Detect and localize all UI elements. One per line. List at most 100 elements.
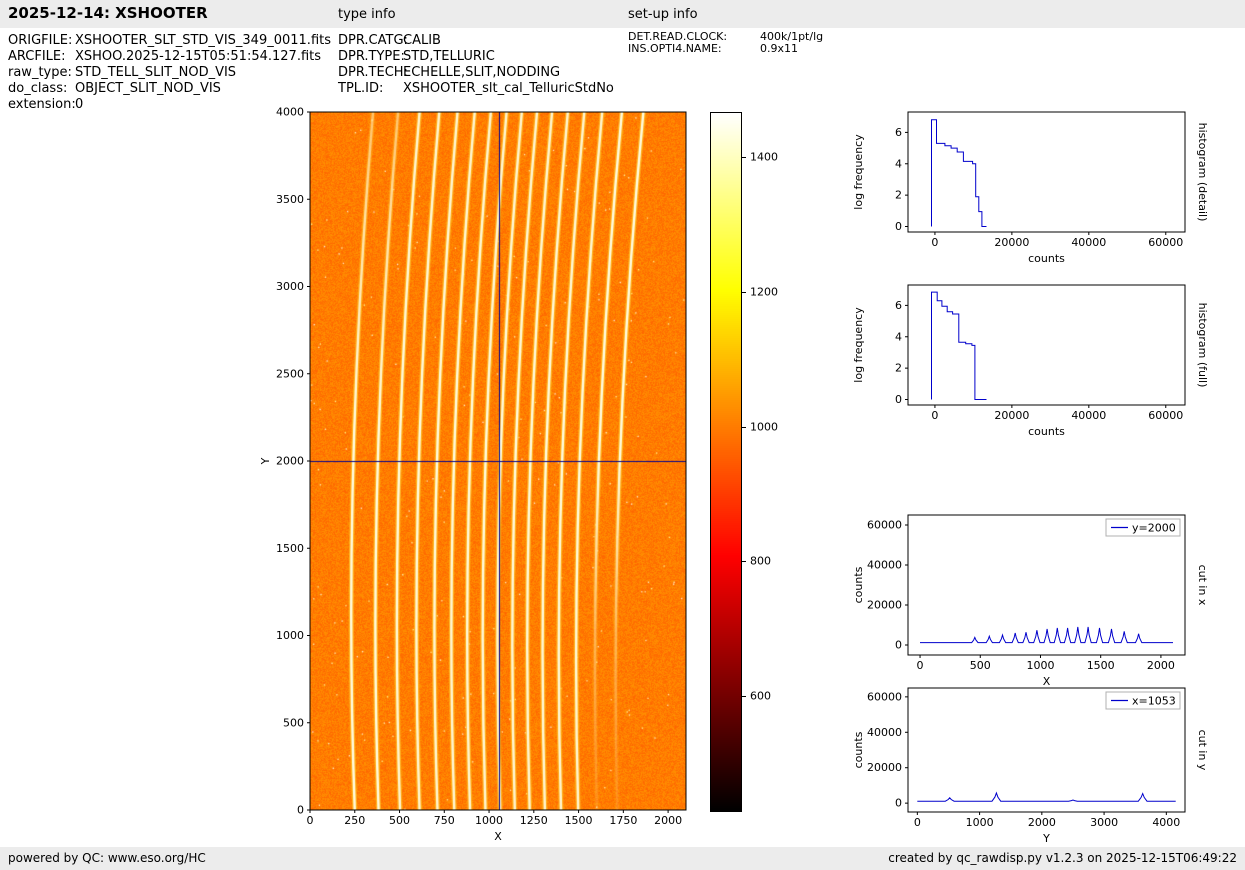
colorbar-tick	[742, 696, 746, 697]
meta-key: raw_type:	[8, 65, 75, 81]
meta-value: STD,TELLURIC	[403, 49, 495, 64]
svg-text:4000: 4000	[276, 106, 304, 119]
page-title: 2025-12-14: XSHOOTER	[8, 4, 208, 22]
colorbar-gradient	[710, 112, 742, 812]
meta-key: DPR.CATG:	[338, 33, 403, 49]
svg-text:y=2000: y=2000	[1132, 522, 1176, 535]
svg-text:1000: 1000	[475, 814, 503, 827]
colorbar-tick	[742, 292, 746, 293]
svg-text:3000: 3000	[1090, 816, 1118, 829]
svg-text:60000: 60000	[1148, 236, 1183, 249]
histogram-detail-plot: 02000040000600000246countslog frequencyh…	[853, 104, 1238, 272]
svg-text:40000: 40000	[867, 726, 902, 739]
meta-key: extension:	[8, 97, 75, 113]
svg-text:0: 0	[931, 409, 938, 422]
svg-text:histogram (full): histogram (full)	[1196, 303, 1209, 388]
type-info-row: DPR.CATG:CALIB	[338, 33, 614, 49]
svg-text:6: 6	[895, 126, 902, 139]
qc-report-page: 2025-12-14: XSHOOTER type info set-up in…	[0, 0, 1245, 870]
svg-text:4: 4	[895, 157, 902, 170]
cut_x-axes: 05001000150020000200004000060000Xcountsc…	[853, 507, 1238, 697]
svg-text:cut in y: cut in y	[1196, 730, 1209, 771]
svg-text:500: 500	[389, 814, 410, 827]
meta-key: DPR.TYPE:	[338, 49, 403, 65]
meta-value: OBJECT_SLIT_NOD_VIS	[75, 81, 221, 96]
type-info-row: TPL.ID:XSHOOTER_slt_cal_TelluricStdNo	[338, 81, 614, 97]
svg-text:20000: 20000	[867, 761, 902, 774]
svg-text:counts: counts	[853, 731, 865, 768]
svg-text:x=1053: x=1053	[1132, 695, 1176, 708]
colorbar-tick-label: 1000	[750, 420, 778, 433]
meta-key: ARCFILE:	[8, 49, 75, 65]
svg-text:0: 0	[917, 659, 924, 672]
raw-frame-heatmap	[310, 112, 686, 810]
hist_full-axes: 02000040000600000246countslog frequencyh…	[853, 277, 1238, 445]
meta-value: XSHOOTER_slt_cal_TelluricStdNo	[403, 81, 614, 96]
footer-qc-link[interactable]: powered by QC: www.eso.org/HC	[8, 847, 206, 870]
colorbar-tick-label: 1200	[750, 285, 778, 298]
svg-text:500: 500	[970, 659, 991, 672]
colorbar-tick-label: 1400	[750, 150, 778, 163]
cut_y-axes: 010002000300040000200004000060000Ycounts…	[853, 680, 1238, 846]
svg-text:40000: 40000	[1071, 409, 1106, 422]
hist_detail-axes: 02000040000600000246countslog frequencyh…	[853, 104, 1238, 272]
svg-text:cut in x: cut in x	[1196, 565, 1209, 606]
svg-text:3000: 3000	[276, 280, 304, 293]
svg-text:Y: Y	[1042, 832, 1050, 845]
svg-text:2000: 2000	[1028, 816, 1056, 829]
svg-text:2500: 2500	[276, 367, 304, 380]
setup-info-row: INS.OPTI4.NAME:0.9x11	[628, 43, 823, 55]
type-info-row: DPR.TECH:ECHELLE,SLIT,NODDING	[338, 65, 614, 81]
file-info-row: raw_type:STD_TELL_SLIT_NOD_VIS	[8, 65, 331, 81]
file-info-row: ARCFILE:XSHOO.2025-12-15T05:51:54.127.fi…	[8, 49, 331, 65]
svg-text:Y: Y	[259, 457, 272, 465]
meta-key: do_class:	[8, 81, 75, 97]
colorbar-tick-label: 600	[750, 690, 771, 703]
svg-text:2: 2	[895, 189, 902, 202]
svg-text:counts: counts	[1028, 252, 1065, 265]
svg-text:1000: 1000	[966, 816, 994, 829]
meta-value: 0	[75, 97, 83, 112]
svg-text:0: 0	[895, 220, 902, 233]
meta-key: ORIGFILE:	[8, 33, 75, 49]
svg-text:40000: 40000	[867, 559, 902, 572]
meta-key: DPR.TECH:	[338, 65, 403, 81]
svg-text:2000: 2000	[654, 814, 682, 827]
colorbar-tick	[742, 427, 746, 428]
svg-text:60000: 60000	[1148, 409, 1183, 422]
svg-text:20000: 20000	[994, 409, 1029, 422]
svg-text:6: 6	[895, 299, 902, 312]
svg-text:20000: 20000	[867, 599, 902, 612]
svg-text:counts: counts	[1028, 425, 1065, 438]
meta-key: INS.OPTI4.NAME:	[628, 43, 760, 55]
svg-text:counts: counts	[853, 566, 865, 603]
file-info-row: ORIGFILE:XSHOOTER_SLT_STD_VIS_349_0011.f…	[8, 33, 331, 49]
meta-value: XSHOOTER_SLT_STD_VIS_349_0011.fits	[75, 33, 331, 48]
svg-text:1000: 1000	[1026, 659, 1054, 672]
svg-text:1500: 1500	[1087, 659, 1115, 672]
meta-value: 0.9x11	[760, 42, 798, 55]
footer-created-by: created by qc_rawdisp.py v1.2.3 on 2025-…	[888, 847, 1237, 870]
meta-key: TPL.ID:	[338, 81, 403, 97]
type-info-row: DPR.TYPE:STD,TELLURIC	[338, 49, 614, 65]
svg-text:250: 250	[344, 814, 365, 827]
colorbar-tick-label: 800	[750, 555, 771, 568]
svg-text:0: 0	[297, 804, 304, 817]
svg-text:1250: 1250	[520, 814, 548, 827]
file-info-block: ORIGFILE:XSHOOTER_SLT_STD_VIS_349_0011.f…	[8, 33, 331, 113]
footer-bar: powered by QC: www.eso.org/HC created by…	[0, 847, 1245, 870]
svg-text:2000: 2000	[276, 455, 304, 468]
meta-value: STD_TELL_SLIT_NOD_VIS	[75, 65, 236, 80]
file-info-row: do_class:OBJECT_SLIT_NOD_VIS	[8, 81, 331, 97]
svg-text:1750: 1750	[609, 814, 637, 827]
meta-value: ECHELLE,SLIT,NODDING	[403, 65, 560, 80]
cut-in-x-plot: 05001000150020000200004000060000Xcountsc…	[853, 507, 1238, 697]
svg-text:X: X	[494, 830, 502, 843]
histogram-full-plot: 02000040000600000246countslog frequencyh…	[853, 277, 1238, 445]
svg-text:4000: 4000	[1152, 816, 1180, 829]
svg-text:2: 2	[895, 362, 902, 375]
svg-text:20000: 20000	[994, 236, 1029, 249]
svg-text:1500: 1500	[565, 814, 593, 827]
cut-in-y-plot: 010002000300040000200004000060000Ycounts…	[853, 680, 1238, 846]
svg-text:3500: 3500	[276, 193, 304, 206]
